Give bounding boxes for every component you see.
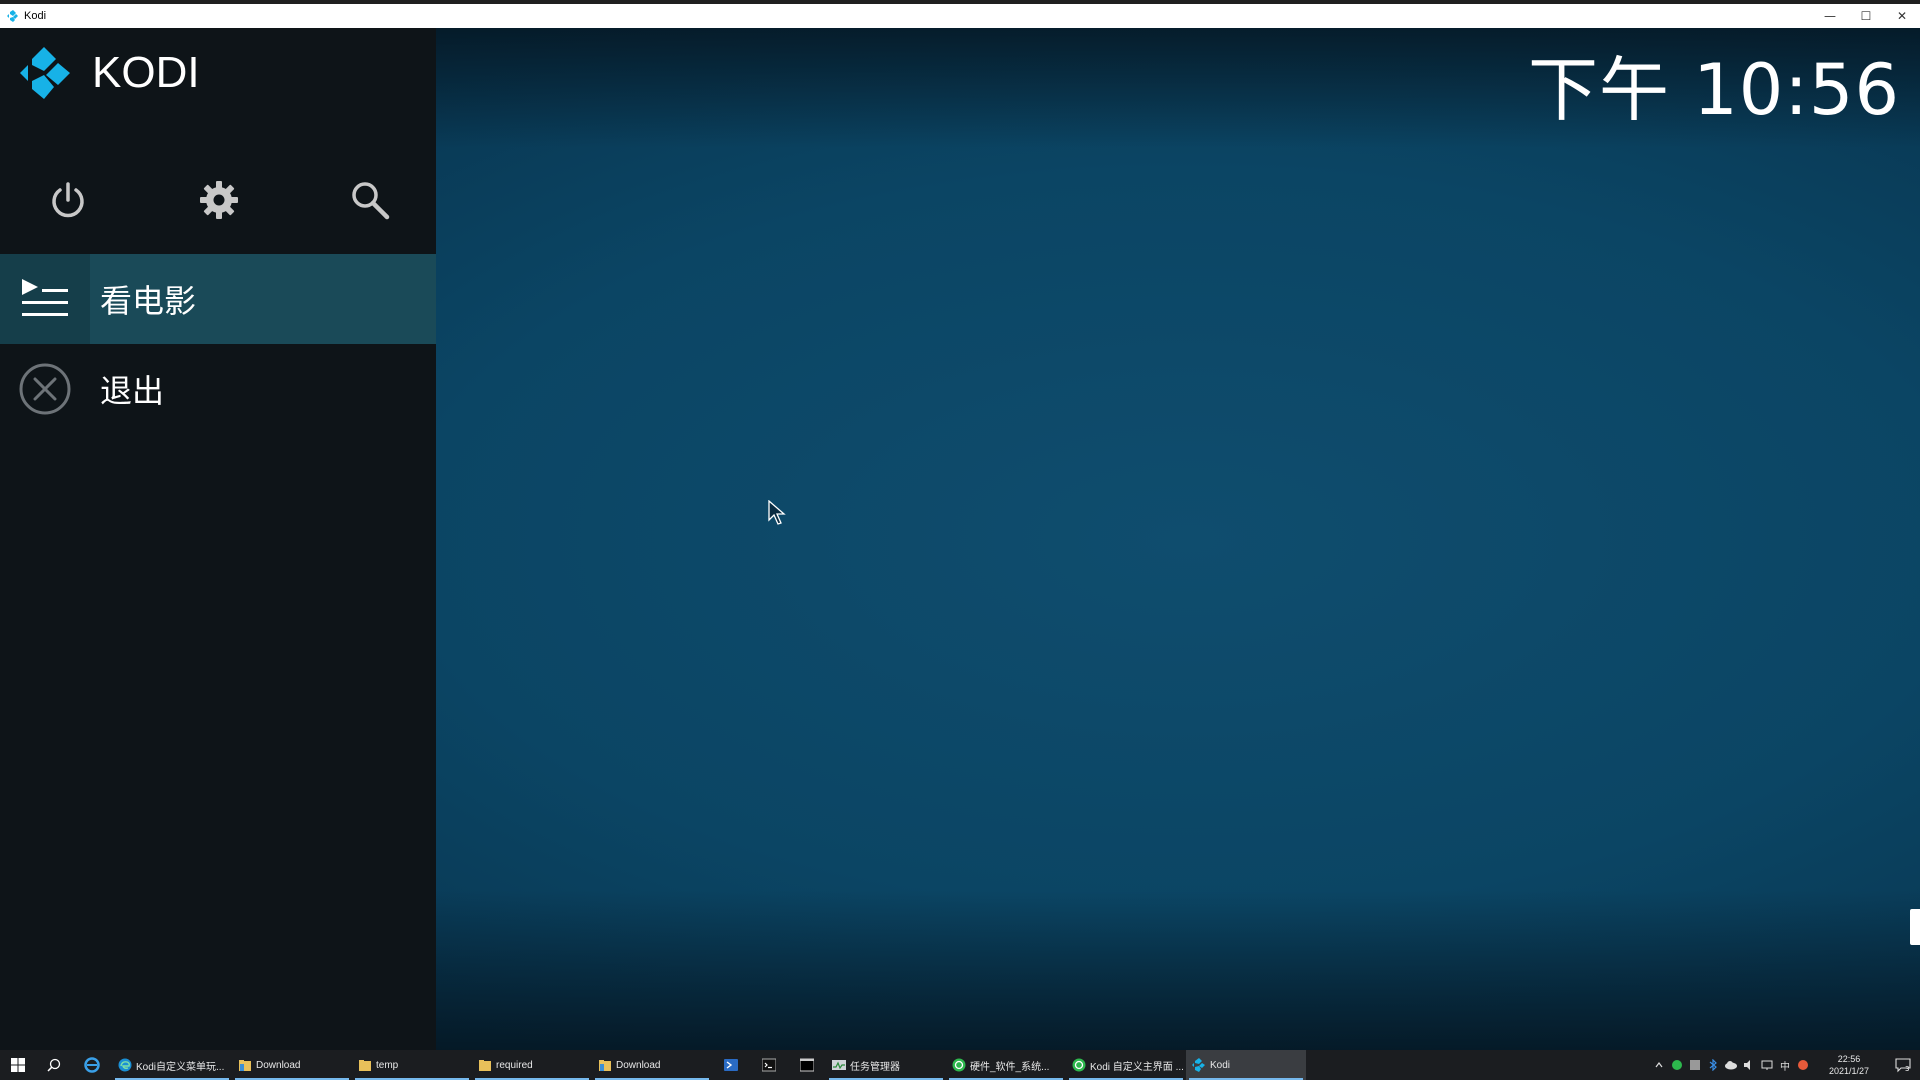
taskbar-item-terminal[interactable] — [750, 1050, 788, 1080]
chevron-up-icon[interactable] — [1652, 1058, 1666, 1072]
folder-icon — [359, 1060, 371, 1071]
gear-icon[interactable] — [197, 178, 241, 222]
taskbar-item-label: Download — [616, 1059, 661, 1071]
taskbar-item-label: Download — [256, 1059, 301, 1071]
taskbar-item-folder[interactable]: required — [472, 1050, 592, 1080]
wechat-icon — [1072, 1058, 1086, 1072]
menu-item-exit[interactable]: 退出 — [0, 344, 436, 434]
taskbar-item-label: Kodi 自定义主界面 ... — [1090, 1061, 1184, 1073]
kodi-app-icon — [7, 10, 19, 22]
notification-icon: 3 — [1895, 1058, 1911, 1073]
bluetooth-icon[interactable] — [1706, 1058, 1720, 1072]
taskbar-item-task-manager[interactable]: 任务管理器 — [826, 1050, 946, 1080]
main-menu: 看电影 退出 — [0, 254, 436, 434]
taskbar-item-folder[interactable]: temp — [352, 1050, 472, 1080]
wechat-icon — [952, 1058, 966, 1072]
minimize-button[interactable]: — — [1812, 4, 1848, 28]
close-circle-icon — [0, 344, 90, 434]
powershell-icon — [724, 1059, 738, 1071]
notification-count: 3 — [1905, 1065, 1909, 1073]
taskbar-item-label: temp — [376, 1059, 399, 1071]
folder-icon — [479, 1060, 491, 1071]
taskbar-search-button[interactable] — [36, 1050, 72, 1080]
taskbar-item-wechat[interactable]: 硬件_软件_系统... — [946, 1050, 1066, 1080]
maximize-button[interactable]: ☐ — [1848, 4, 1884, 28]
windows-icon — [11, 1058, 25, 1072]
taskbar-item-label: Kodi自定义菜单玩... — [136, 1061, 225, 1073]
kodi-logo-text: KODI — [92, 48, 200, 97]
wechat-tray-icon[interactable] — [1670, 1058, 1684, 1072]
notification-center-button[interactable]: 3 — [1886, 1050, 1920, 1080]
task-manager-icon — [832, 1060, 846, 1070]
taskbar-item-label: required — [496, 1059, 533, 1071]
window-controls: — ☐ ✕ — [1812, 4, 1920, 28]
close-button[interactable]: ✕ — [1884, 4, 1920, 28]
kodi-logo: KODI — [18, 44, 200, 102]
start-button[interactable] — [0, 1050, 36, 1080]
kodi-logo-icon — [20, 47, 70, 99]
menu-item-movies[interactable]: 看电影 — [0, 254, 436, 344]
taskbar-item-kodi[interactable]: Kodi — [1186, 1050, 1306, 1080]
taskbar-ie-button[interactable] — [72, 1050, 112, 1080]
taskbar-item-label: Kodi — [1210, 1059, 1231, 1071]
taskbar-item-label: 任务管理器 — [850, 1061, 900, 1073]
taskbar-time: 22:56 — [1837, 1054, 1861, 1064]
taskbar: Kodi自定义菜单玩... Download temp required Dow… — [0, 1050, 1920, 1080]
folder-icon — [599, 1060, 611, 1071]
folder-icon — [239, 1060, 251, 1071]
taskbar-item-wechat[interactable]: Kodi 自定义主界面 ... — [1066, 1050, 1186, 1080]
taskbar-item-folder[interactable]: Download — [232, 1050, 352, 1080]
kodi-icon — [1192, 1058, 1205, 1072]
volume-icon[interactable] — [1742, 1058, 1756, 1072]
window-title: Kodi — [24, 10, 47, 22]
movie-playlist-icon — [0, 254, 90, 344]
onedrive-icon[interactable] — [1724, 1058, 1738, 1072]
taskbar-item-powershell[interactable] — [712, 1050, 750, 1080]
taskbar-item-label: 硬件_软件_系统... — [970, 1061, 1050, 1073]
kodi-window: Kodi — ☐ ✕ KODI 看电影 退出 下午 10:56 Kodi自定义菜… — [0, 0, 1920, 1080]
sogou-ime-icon[interactable] — [1796, 1058, 1810, 1072]
sidebar: KODI 看电影 退出 — [0, 28, 436, 1050]
window-titlebar: Kodi — ☐ ✕ — [0, 0, 1920, 28]
menu-item-label: 退出 — [100, 372, 165, 410]
taskbar-item-folder[interactable]: Download — [592, 1050, 712, 1080]
menu-item-label: 看电影 — [100, 282, 197, 320]
network-icon[interactable] — [1760, 1058, 1774, 1072]
search-icon[interactable] — [348, 178, 392, 222]
mouse-cursor-icon — [768, 500, 786, 525]
search-icon — [47, 1058, 61, 1072]
kodi-home-screen: KODI 看电影 退出 下午 10:56 — [0, 28, 1920, 1050]
system-tray: 中 22:56 2021/1/27 3 — [1650, 1050, 1920, 1080]
app-tray-icon[interactable] — [1688, 1058, 1702, 1072]
taskbar-item-console[interactable] — [788, 1050, 826, 1080]
console-icon — [800, 1058, 814, 1072]
taskbar-item-edge[interactable]: Kodi自定义菜单玩... — [112, 1050, 232, 1080]
terminal-icon — [762, 1058, 776, 1072]
internet-explorer-icon — [84, 1057, 100, 1073]
power-icon[interactable] — [46, 178, 90, 222]
ime-indicator[interactable]: 中 — [1778, 1058, 1792, 1073]
taskbar-date: 2021/1/27 — [1828, 1066, 1870, 1076]
taskbar-clock[interactable]: 22:56 2021/1/27 — [1818, 1053, 1880, 1077]
floating-side-widget[interactable] — [1910, 909, 1920, 945]
top-icon-row — [0, 178, 436, 238]
edge-icon — [118, 1058, 132, 1072]
clock: 下午 10:56 — [1528, 49, 1900, 131]
